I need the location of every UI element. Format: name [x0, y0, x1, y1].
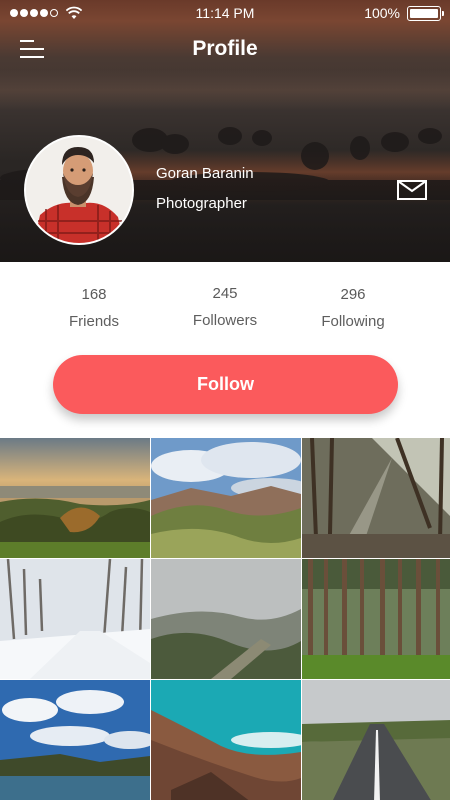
- stat-label: Followers: [192, 312, 258, 329]
- mail-icon[interactable]: [397, 180, 427, 200]
- status-bar: 11:14 PM 100%: [0, 0, 450, 28]
- page-title: Profile: [192, 37, 258, 60]
- avatar-portrait: [26, 137, 132, 243]
- stat-label: Following: [321, 313, 385, 330]
- profile-header: 11:14 PM 100% Profile Goran Baranin Phot…: [0, 0, 450, 262]
- stat-value: 168: [81, 286, 107, 303]
- photo-lake-clouds[interactable]: [0, 680, 150, 800]
- photo-red-hills[interactable]: [151, 680, 301, 800]
- stat-label: Friends: [68, 313, 120, 330]
- stat-value: 296: [340, 286, 366, 303]
- photo-coast-town[interactable]: [0, 438, 150, 558]
- photo-pine-forest[interactable]: [302, 559, 450, 679]
- user-name: Goran Baranin: [156, 165, 254, 182]
- photo-open-road[interactable]: [302, 680, 450, 800]
- stat-followers[interactable]: 245 Followers: [160, 285, 290, 329]
- stat-friends[interactable]: 168 Friends: [29, 286, 159, 330]
- battery-percent: 100%: [364, 5, 400, 21]
- follow-button[interactable]: Follow: [53, 355, 398, 414]
- stat-value: 245: [212, 285, 238, 302]
- user-role: Photographer: [156, 195, 247, 212]
- photo-sunlit-forest[interactable]: [302, 438, 450, 558]
- avatar[interactable]: [24, 135, 134, 245]
- photo-grid: [0, 438, 450, 800]
- photo-mountain-valley[interactable]: [151, 438, 301, 558]
- photo-snowy-road[interactable]: [0, 559, 150, 679]
- stat-following[interactable]: 296 Following: [288, 286, 418, 330]
- cover-horizon: [0, 70, 450, 110]
- photo-foggy-hills[interactable]: [151, 559, 301, 679]
- battery-icon: [407, 6, 444, 21]
